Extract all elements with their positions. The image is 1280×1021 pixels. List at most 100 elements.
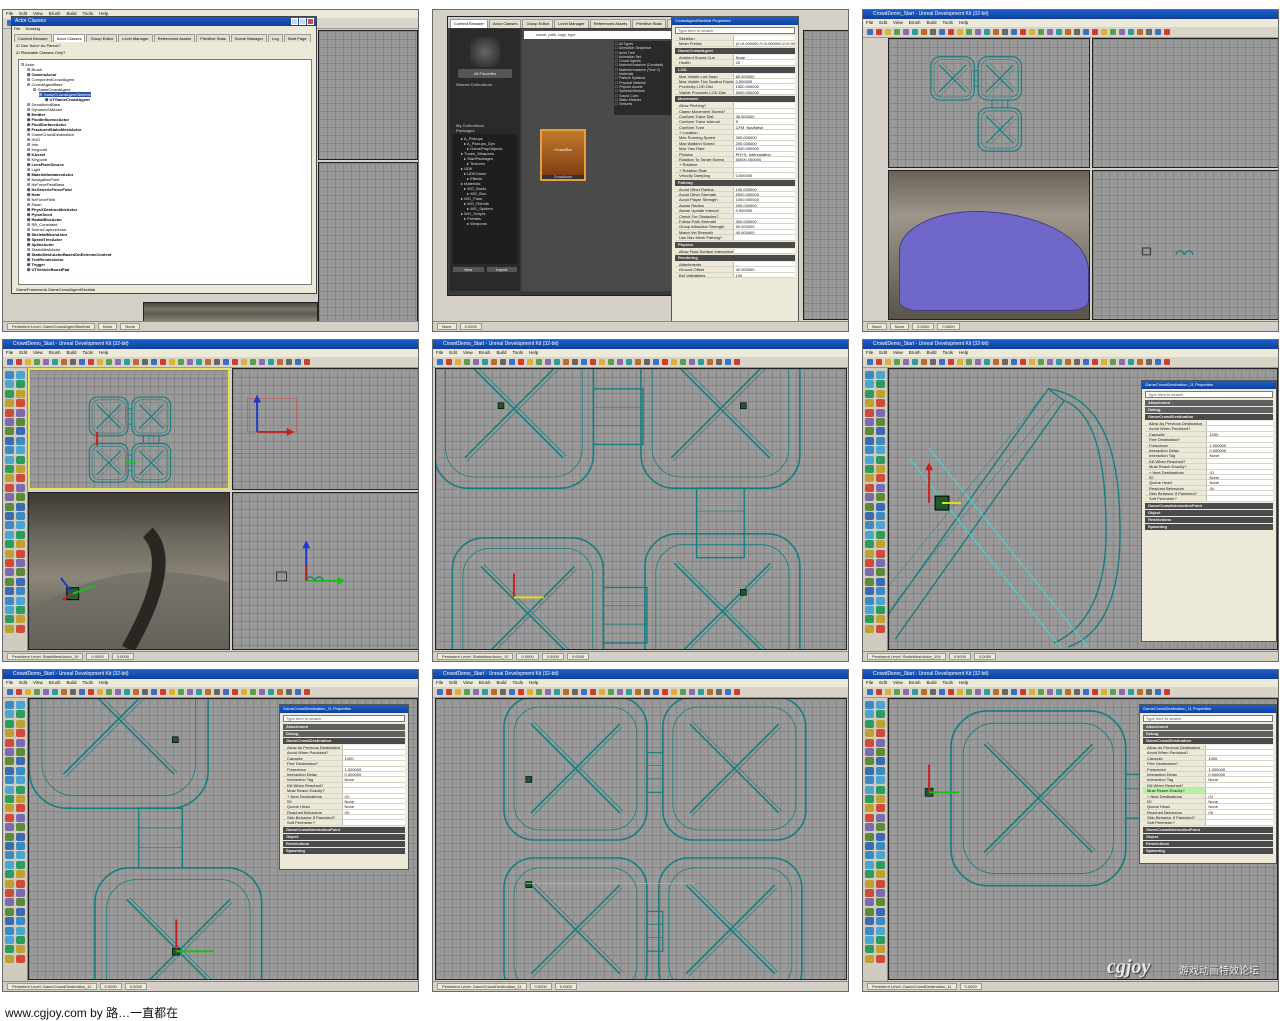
property-section[interactable]: GameCrowdDestination xyxy=(283,738,405,744)
toolbar-icon[interactable] xyxy=(464,689,470,695)
toolbar-icon[interactable] xyxy=(214,689,220,695)
tool-icon[interactable] xyxy=(5,729,14,738)
toolbar-icon[interactable] xyxy=(930,29,936,35)
toolbar-icon[interactable] xyxy=(187,359,193,365)
property-section[interactable]: GameCrowdDestination xyxy=(1143,738,1273,744)
property-value[interactable] xyxy=(1205,745,1273,750)
property-section[interactable]: Spawning xyxy=(1145,523,1273,530)
tool-icon[interactable] xyxy=(876,823,885,832)
toolbar-icon[interactable] xyxy=(966,359,972,365)
toolbar-icon[interactable] xyxy=(97,689,103,695)
property-value[interactable]: 0.000000 xyxy=(1205,771,1273,777)
toolbar-icon[interactable] xyxy=(1065,29,1071,35)
tool-icon[interactable] xyxy=(865,898,874,907)
toolbar-icon[interactable] xyxy=(1011,359,1017,365)
property-value[interactable]: (0) xyxy=(341,809,405,814)
tab-content-browser[interactable]: Content Browser xyxy=(450,19,488,28)
tool-icon[interactable] xyxy=(865,710,874,719)
property-value[interactable] xyxy=(1206,426,1273,431)
top-viewport[interactable] xyxy=(28,368,230,490)
toolbar-icon[interactable] xyxy=(1119,689,1125,695)
toolbar-icon[interactable] xyxy=(1002,359,1008,365)
toolbar-icon[interactable] xyxy=(984,359,990,365)
toolbar-icon[interactable] xyxy=(61,689,67,695)
toolbar-icon[interactable] xyxy=(1038,689,1044,695)
menu-item-edit[interactable]: Edit xyxy=(449,679,457,687)
tool-icon[interactable] xyxy=(16,926,25,935)
properties-search[interactable]: Type here to search xyxy=(1145,391,1273,398)
menu-item-help[interactable]: Help xyxy=(99,679,108,687)
tool-icon[interactable] xyxy=(876,701,885,709)
toolbar-icon[interactable] xyxy=(734,689,740,695)
tool-icon[interactable] xyxy=(16,408,25,417)
tool-icon[interactable] xyxy=(865,804,874,813)
toolbar-icon[interactable] xyxy=(1110,689,1116,695)
tool-icon[interactable] xyxy=(876,436,885,445)
property-section[interactable]: Restrictions xyxy=(283,840,405,847)
property-value[interactable]: None xyxy=(341,798,405,804)
property-value[interactable]: 40.000000 xyxy=(732,229,795,235)
toolbar-icon[interactable] xyxy=(939,29,945,35)
tool-icon[interactable] xyxy=(865,530,874,539)
toolbar-icon[interactable] xyxy=(232,689,238,695)
toolbar-icon[interactable] xyxy=(277,689,283,695)
tool-icon[interactable] xyxy=(876,729,885,738)
tool-icon[interactable] xyxy=(876,455,885,464)
tool-icon[interactable] xyxy=(865,380,874,389)
toolbar-icon[interactable] xyxy=(680,359,686,365)
tool-icon[interactable] xyxy=(5,738,14,747)
tab-log[interactable]: Log xyxy=(268,34,283,42)
property-value[interactable] xyxy=(732,213,795,218)
toolbar-icon[interactable] xyxy=(61,359,67,365)
property-value[interactable] xyxy=(1206,464,1273,469)
property-value[interactable]: (X=0.000000,Y=0.000000,Z=0.000000) xyxy=(732,41,795,46)
tool-icon[interactable] xyxy=(5,455,14,464)
toolbar-icon[interactable] xyxy=(885,689,891,695)
tool-icon[interactable] xyxy=(865,719,874,728)
tool-icon[interactable] xyxy=(876,427,885,436)
toolbar-icon[interactable] xyxy=(876,29,882,35)
toolbar-icon[interactable] xyxy=(1092,359,1098,365)
tool-icon[interactable] xyxy=(5,907,14,916)
property-value[interactable]: None xyxy=(1205,777,1273,782)
tool-icon[interactable] xyxy=(5,832,14,841)
toolbar-icon[interactable] xyxy=(599,689,605,695)
toolbar-icon[interactable] xyxy=(662,689,668,695)
toolbar-icon[interactable] xyxy=(957,689,963,695)
toolbar-icon[interactable] xyxy=(482,689,488,695)
property-section[interactable]: Rendering xyxy=(675,254,795,261)
property-value[interactable] xyxy=(341,761,405,766)
property-section[interactable]: GameCrowdInteractionPoint xyxy=(283,826,405,833)
tool-icon[interactable] xyxy=(865,465,874,473)
toolbar-icon[interactable] xyxy=(948,689,954,695)
property-value[interactable] xyxy=(1205,761,1273,766)
toolbar-icon[interactable] xyxy=(930,359,936,365)
side-viewport[interactable] xyxy=(1092,170,1278,320)
tool-icon[interactable] xyxy=(5,879,14,888)
toolbar-icon[interactable] xyxy=(518,359,524,365)
toolbar-icon[interactable] xyxy=(1164,689,1170,695)
property-row[interactable]: Use Nav Mesh Pathing? xyxy=(675,235,795,241)
tool-icon[interactable] xyxy=(865,936,874,944)
toolbar-icon[interactable] xyxy=(894,359,900,365)
tool-icon[interactable] xyxy=(16,945,25,954)
menu-item-view[interactable]: View xyxy=(893,679,903,687)
toolbar-icon[interactable] xyxy=(1047,359,1053,365)
tool-icon[interactable] xyxy=(5,945,14,954)
tool-icon[interactable] xyxy=(5,624,14,633)
toolbar-icon[interactable] xyxy=(295,689,301,695)
menu-item-brush[interactable]: Brush xyxy=(479,679,491,687)
menu-item-build[interactable]: Build xyxy=(66,349,76,357)
tool-icon[interactable] xyxy=(876,795,885,803)
toolbar-icon[interactable] xyxy=(1101,689,1107,695)
tool-icon[interactable] xyxy=(876,587,885,596)
menu-item-help[interactable]: Help xyxy=(529,679,538,687)
tool-icon[interactable] xyxy=(5,389,14,398)
property-value[interactable]: 0.000000 xyxy=(341,771,405,777)
property-value[interactable] xyxy=(1206,437,1273,442)
property-value[interactable] xyxy=(732,103,795,108)
tool-icon[interactable] xyxy=(865,577,874,586)
property-row[interactable]: Health 20 xyxy=(675,60,795,66)
tool-icon[interactable] xyxy=(16,870,25,879)
tool-icon[interactable] xyxy=(876,832,885,841)
